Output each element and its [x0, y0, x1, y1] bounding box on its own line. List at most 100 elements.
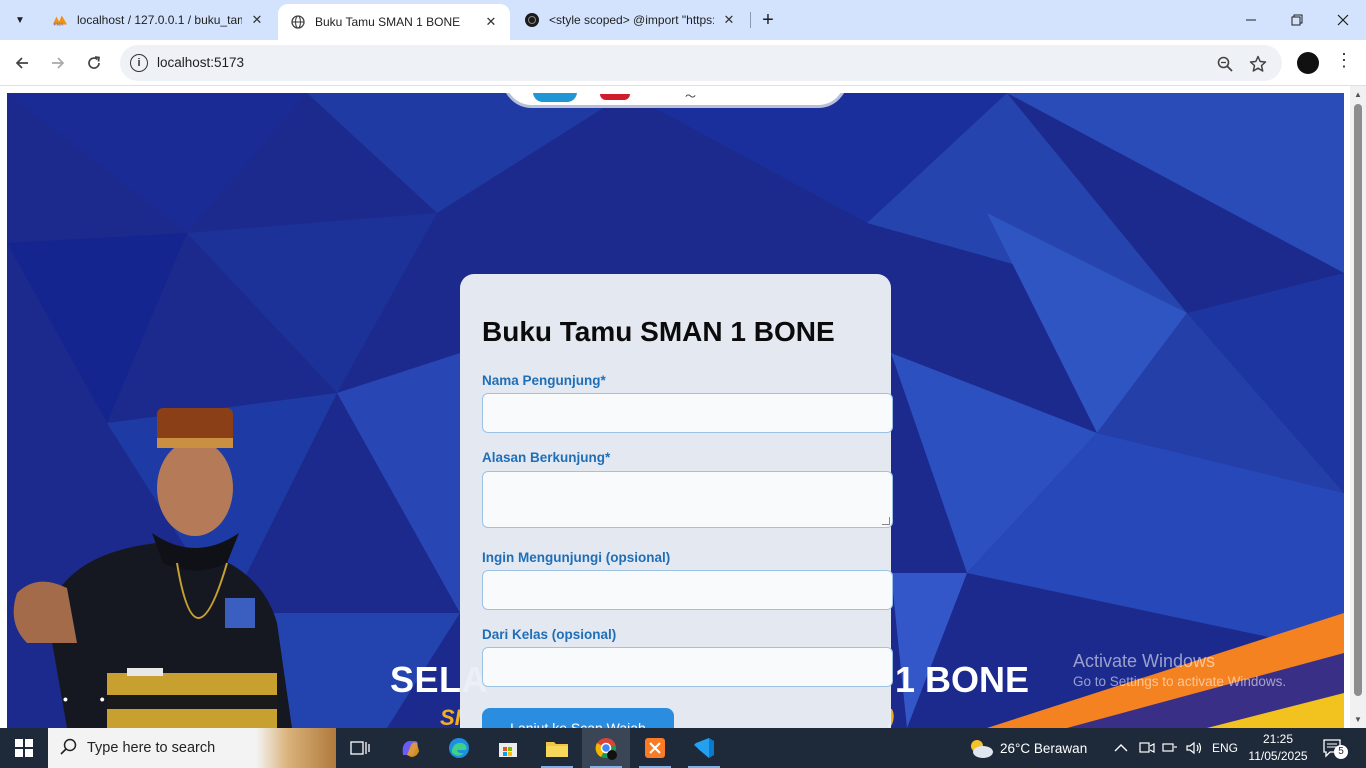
forward-arrow-icon — [52, 57, 65, 69]
province-logo — [600, 94, 630, 100]
xampp-icon — [645, 738, 665, 758]
start-button[interactable] — [0, 728, 48, 768]
xampp-app[interactable] — [631, 728, 679, 768]
class-input[interactable] — [482, 647, 893, 687]
edge-app[interactable] — [435, 728, 483, 768]
file-explorer-app[interactable] — [533, 728, 581, 768]
back-button[interactable] — [8, 49, 36, 77]
name-input[interactable] — [482, 393, 893, 433]
activate-windows-watermark: Activate Windows Go to Settings to activ… — [1073, 651, 1286, 689]
weather-widget[interactable]: 26°C Berawan — [968, 728, 1087, 768]
forward-button[interactable] — [44, 49, 72, 77]
vscode-app[interactable] — [680, 728, 728, 768]
tab-phpmyadmin[interactable]: PMA localhost / 127.0.0.1 / buku_tam ✕ — [40, 0, 276, 40]
reason-label: Alasan Berkunjung* — [482, 450, 611, 465]
welcome-text-right: 1 BONE — [895, 659, 1030, 700]
partly-cloudy-icon — [971, 740, 993, 758]
meet-now-icon[interactable] — [1139, 728, 1155, 768]
svg-text:PMA: PMA — [54, 22, 64, 27]
resize-grip-icon[interactable] — [882, 517, 890, 525]
minimize-button[interactable] — [1228, 0, 1274, 40]
chrome-icon — [595, 738, 617, 760]
store-app[interactable] — [484, 728, 532, 768]
page-viewport: 〜 • • SELA 1 BONE SI ) Activate Windows … — [7, 93, 1344, 728]
windows-logo-icon — [15, 739, 33, 757]
restore-icon — [1291, 14, 1303, 26]
bookmark-star-icon[interactable] — [1247, 53, 1269, 75]
input-language[interactable]: ENG — [1212, 728, 1238, 768]
clock-time: 21:25 — [1262, 732, 1294, 746]
school-logo — [533, 93, 577, 102]
guestbook-form-card: Buku Tamu SMAN 1 BONE Nama Pengunjung* A… — [460, 274, 893, 728]
form-title: Buku Tamu SMAN 1 BONE — [482, 316, 835, 347]
copilot-app[interactable] — [386, 728, 434, 768]
tab-strip: ▼ PMA localhost / 127.0.0.1 / buku_tam ✕… — [0, 0, 1366, 40]
chevron-up-icon — [1114, 744, 1128, 752]
school-logo-banner: 〜 — [502, 93, 848, 108]
volume-icon[interactable] — [1186, 728, 1204, 768]
folder-icon — [546, 742, 568, 757]
phpmyadmin-icon: PMA — [52, 12, 68, 28]
profile-avatar[interactable] — [1297, 52, 1319, 74]
notification-center[interactable]: 5 — [1322, 728, 1348, 768]
browser-toolbar: i localhost:5173 ⋮ — [0, 40, 1366, 86]
back-arrow-icon — [15, 57, 28, 69]
chrome-app[interactable] — [582, 728, 630, 768]
new-tab-button[interactable]: + — [756, 8, 780, 32]
show-hidden-icons[interactable] — [1114, 728, 1128, 768]
tab-style-scoped[interactable]: <style scoped> @import "https: ✕ — [512, 0, 748, 40]
clock-date: 11/05/2025 — [1248, 749, 1308, 763]
system-clock[interactable]: 21:25 11/05/2025 — [1240, 731, 1316, 765]
activate-title: Activate Windows — [1073, 651, 1216, 671]
url-text: localhost:5173 — [157, 55, 245, 70]
visit-label: Ingin Mengunjungi (opsional) — [482, 550, 671, 565]
close-icon — [1337, 14, 1349, 26]
weather-text: 26°C Berawan — [1000, 740, 1088, 756]
close-icon[interactable]: ✕ — [248, 11, 266, 29]
tab-title: <style scoped> @import "https: — [549, 13, 714, 27]
close-window-button[interactable] — [1320, 0, 1366, 40]
reload-icon — [88, 56, 100, 69]
scan-face-button[interactable]: Lanjut ke Scan Wajah — [482, 708, 674, 728]
decorative-dots: • • — [63, 691, 119, 707]
tab-buku-tamu[interactable]: Buku Tamu SMAN 1 BONE ✕ — [278, 4, 510, 40]
activate-subtitle: Go to Settings to activate Windows. — [1073, 674, 1287, 689]
edge-icon — [449, 738, 469, 758]
page-scrollbar[interactable]: ▲ ▼ — [1350, 86, 1366, 728]
site-info-icon[interactable]: i — [130, 54, 148, 72]
bone-logo: 〜 — [685, 93, 696, 103]
close-icon[interactable]: ✕ — [720, 11, 738, 29]
headmaster-photo — [13, 408, 292, 728]
task-view-button[interactable] — [336, 728, 384, 768]
class-label: Dari Kelas (opsional) — [482, 627, 617, 642]
scroll-down-icon[interactable]: ▼ — [1354, 715, 1362, 724]
search-placeholder: Type here to search — [87, 740, 216, 756]
repo-icon — [524, 12, 540, 28]
vscode-icon — [694, 738, 714, 758]
taskbar-search[interactable]: Type here to search — [48, 728, 336, 768]
zoom-icon[interactable] — [1214, 53, 1236, 75]
task-view-icon — [350, 741, 370, 755]
browser-menu-icon[interactable]: ⋮ — [1334, 50, 1354, 71]
globe-icon — [290, 14, 306, 30]
search-highlight-image — [256, 728, 336, 768]
scroll-up-icon[interactable]: ▲ — [1354, 90, 1362, 99]
close-icon[interactable]: ✕ — [482, 13, 500, 31]
name-label: Nama Pengunjung* — [482, 373, 606, 388]
tab-title: Buku Tamu SMAN 1 BONE — [315, 15, 461, 29]
copilot-icon — [402, 741, 419, 757]
subtitle-text-left: SI — [440, 705, 461, 728]
scrollbar-thumb[interactable] — [1354, 104, 1362, 696]
tab-title: localhost / 127.0.0.1 / buku_tam — [77, 13, 242, 27]
minimize-icon — [1246, 19, 1256, 21]
tab-separator — [750, 12, 751, 28]
restore-button[interactable] — [1274, 0, 1320, 40]
network-icon[interactable] — [1162, 728, 1178, 768]
visit-input[interactable] — [482, 570, 893, 610]
windows-taskbar: Type here to search 26°C Berawan ENG 21:… — [0, 728, 1366, 768]
notification-count-badge: 5 — [1334, 745, 1348, 759]
tab-search-button[interactable]: ▼ — [8, 8, 32, 32]
reason-textarea[interactable] — [482, 471, 893, 528]
reload-button[interactable] — [80, 49, 108, 77]
address-bar[interactable]: i localhost:5173 — [120, 45, 1282, 81]
